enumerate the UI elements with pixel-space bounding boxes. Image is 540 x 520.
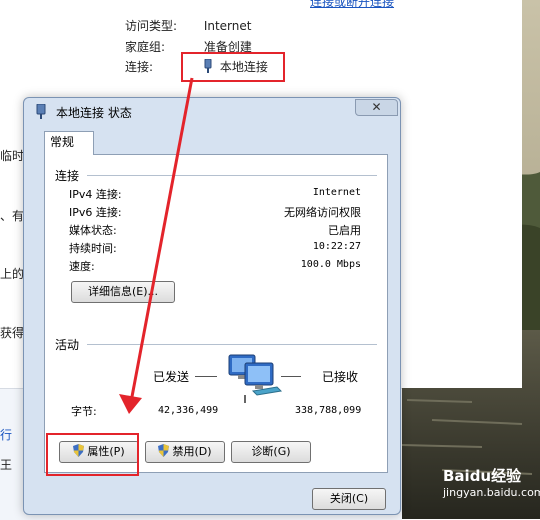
dialog-title: 本地连接 状态 — [56, 106, 132, 120]
disable-button-label: 禁用(D) — [172, 445, 212, 458]
section-divider — [87, 175, 377, 176]
bg-link-fragment[interactable]: 行 — [0, 426, 12, 443]
bytes-label: 字节: — [71, 405, 97, 418]
bg-text-fragment: 临时 — [0, 149, 25, 163]
media-state-value: 已启用 — [328, 224, 361, 237]
disable-button[interactable]: 禁用(D) — [145, 441, 225, 463]
access-type-row: 访问类型: Internet — [125, 17, 251, 34]
diagnose-button[interactable]: 诊断(G) — [231, 441, 311, 463]
close-button[interactable]: 关闭(C) — [312, 488, 386, 510]
sent-line — [195, 376, 217, 377]
connect-disconnect-link[interactable]: 连接或断开连接 — [310, 0, 394, 10]
bytes-received-value: 338,788,099 — [295, 405, 362, 416]
bg-text-fragment: 、有 — [0, 209, 25, 223]
annotation-box-connection — [181, 52, 285, 82]
bytes-sent-value: 42,336,499 — [158, 405, 219, 416]
bg-text-fragment: 王 — [0, 458, 13, 472]
network-adapter-icon — [36, 104, 46, 119]
watermark-logo: Baidu经验 — [443, 467, 522, 485]
tab-general[interactable]: 常规 — [44, 131, 94, 155]
uac-shield-icon — [158, 444, 170, 457]
baidu-watermark: Baidu经验 jingyan.baidu.com — [443, 465, 540, 515]
media-state-label: 媒体状态: — [69, 224, 117, 237]
close-icon: ✕ — [371, 100, 382, 114]
bg-text-fragment: 上的 — [0, 267, 25, 281]
ipv6-value: 无网络访问权限 — [284, 206, 361, 219]
received-label: 已接收 — [322, 370, 359, 384]
duration-label: 持续时间: — [69, 242, 117, 255]
received-line — [281, 376, 301, 377]
access-type-label: 访问类型: — [125, 19, 178, 33]
speed-label: 速度: — [69, 260, 95, 273]
activity-section-label: 活动 — [55, 338, 80, 352]
access-type-value: Internet — [203, 19, 252, 33]
ipv6-label: IPv6 连接: — [69, 206, 122, 219]
watermark-url: jingyan.baidu.com — [443, 486, 540, 499]
ipv4-value: Internet — [312, 187, 361, 198]
details-button[interactable]: 详细信息(E)... — [71, 281, 175, 303]
close-window-button[interactable]: ✕ — [355, 99, 398, 116]
section-divider — [87, 344, 377, 345]
dialog-titlebar[interactable]: 本地连接 状态 ✕ — [24, 98, 400, 124]
duration-value: 10:22:27 — [312, 241, 361, 252]
local-connection-status-dialog: 本地连接 状态 ✕ 常规 连接 IPv4 连接: Internet IPv6 连… — [23, 97, 401, 515]
tab-panel-general: 连接 IPv4 连接: Internet IPv6 连接: 无网络访问权限 媒体… — [44, 154, 388, 473]
sent-label: 已发送 — [153, 370, 190, 384]
ipv4-label: IPv4 连接: — [69, 188, 122, 201]
speed-value: 100.0 Mbps — [300, 259, 361, 270]
connection-section-label: 连接 — [55, 169, 80, 183]
bg-text-fragment: 获得 — [0, 326, 25, 340]
annotation-box-properties — [46, 433, 139, 476]
window-edge-white — [402, 0, 522, 388]
network-computers-icon — [228, 354, 283, 403]
